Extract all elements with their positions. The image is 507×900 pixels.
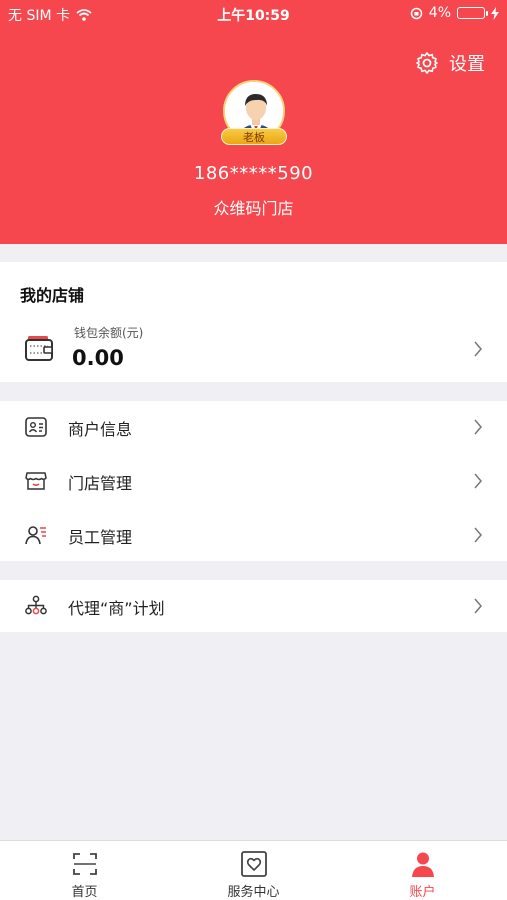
chevron-right-icon xyxy=(474,527,482,543)
phone-number: 186*****590 xyxy=(193,163,314,184)
avatar[interactable]: 老板 xyxy=(221,80,287,146)
menu-item-label: 商户信息 xyxy=(68,420,133,439)
tab-home[interactable]: 首页 xyxy=(0,841,169,900)
status-right: 4% xyxy=(410,5,499,21)
charging-icon xyxy=(491,6,499,20)
bottom-tab-bar: 首页 服务中心 账户 xyxy=(0,840,507,900)
menu-item-label: 员工管理 xyxy=(68,528,133,547)
tab-label: 首页 xyxy=(71,885,98,900)
store-name: 众维码门店 xyxy=(213,199,294,218)
wallet-balance-label: 钱包余额(元) xyxy=(74,326,144,340)
role-badge: 老板 xyxy=(221,128,287,145)
account-screen: 无 SIM 卡 上午10:59 4% 设置 老板 186*****590 众维码… xyxy=(0,0,507,900)
wallet-balance-value: 0.00 xyxy=(72,346,124,370)
battery-percent: 4% xyxy=(428,5,451,21)
org-tree-icon xyxy=(25,595,47,615)
menu-item-agent-plan[interactable]: 代理“商”计划 xyxy=(0,579,507,633)
tab-label: 服务中心 xyxy=(227,885,280,900)
heart-box-icon xyxy=(241,851,267,877)
menu-item-label: 代理“商”计划 xyxy=(68,599,165,618)
section-title: 我的店铺 xyxy=(20,286,85,305)
settings-button[interactable]: 设置 xyxy=(415,50,485,76)
staff-icon xyxy=(25,526,46,545)
menu-item-staff-management[interactable]: 员工管理 xyxy=(0,508,507,562)
account-header: 无 SIM 卡 上午10:59 4% 设置 老板 186*****590 众维码… xyxy=(0,0,507,244)
chevron-right-icon xyxy=(474,419,482,435)
status-bar: 无 SIM 卡 上午10:59 4% xyxy=(0,0,507,28)
tab-service-center[interactable]: 服务中心 xyxy=(169,841,338,900)
chevron-right-icon xyxy=(474,598,482,614)
chevron-right-icon xyxy=(474,473,482,489)
wallet-icon xyxy=(25,336,53,361)
menu-item-store-management[interactable]: 门店管理 xyxy=(0,454,507,508)
menu-item-label: 门店管理 xyxy=(68,474,133,493)
scan-icon xyxy=(73,853,97,875)
storefront-icon xyxy=(25,472,47,490)
chevron-right-icon xyxy=(474,341,482,357)
merchant-card-icon xyxy=(25,417,47,437)
menu-item-merchant-info[interactable]: 商户信息 xyxy=(0,400,507,454)
tab-account[interactable]: 账户 xyxy=(338,841,507,900)
tab-label: 账户 xyxy=(409,885,436,900)
gear-icon xyxy=(416,52,438,74)
settings-label: 设置 xyxy=(449,54,485,75)
orientation-lock-icon xyxy=(410,7,423,19)
wallet-row[interactable]: 钱包余额(元) 0.00 xyxy=(0,316,507,382)
person-icon xyxy=(412,852,434,877)
battery-icon xyxy=(457,7,488,19)
